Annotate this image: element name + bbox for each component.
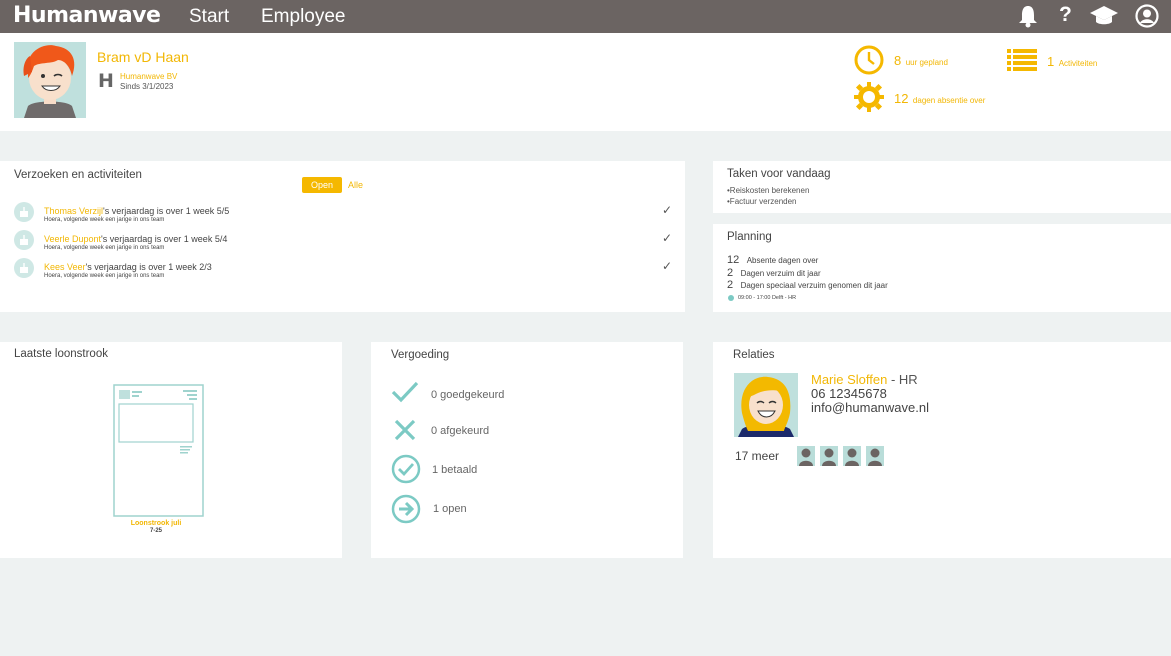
list-item: Veerle Dupont's verjaardag is over 1 wee… [44,234,227,244]
relations-panel: Relaties Marie Sloffen - HR 06 12345678 … [713,342,1171,558]
request-subtext: Hoera, volgende week een jarige in ons t… [44,217,165,223]
filter-open-button[interactable]: Open [302,177,342,193]
relations-title: Relaties [733,349,775,361]
paid-count[interactable]: 1 betaald [432,464,477,476]
requests-panel: Verzoeken en activiteiten Open Alle Thom… [0,161,685,312]
contact-avatar[interactable] [734,373,798,437]
activities-label: Activiteiten [1058,59,1098,68]
planning-panel: Planning 12 Absente dagen over 2 Dagen v… [713,224,1171,312]
request-text: 's verjaardag is over 1 week 2/3 [85,262,212,272]
company-logo: H [98,70,114,92]
request-subtext: Hoera, volgende week een jarige in ons t… [44,273,165,279]
gear-icon [854,82,884,112]
list-icon [1007,49,1037,71]
profile-avatar[interactable] [14,42,86,118]
check-circle-icon [391,454,421,484]
person-name-link[interactable]: Veerle Dupont [44,234,101,244]
person-name-link[interactable]: Kees Veer [44,262,86,272]
activities-value: 1 [1047,54,1055,69]
contact-heading: Marie Sloffen - HR [811,372,918,387]
approve-check-icon[interactable]: ✓ [662,259,672,273]
nav-start[interactable]: Start [189,6,229,28]
payslip-link[interactable]: Loonstrook juli [0,520,312,527]
profile-name[interactable]: Bram vD Haan [97,49,189,65]
person-placeholder-icon[interactable] [843,446,861,466]
reimbursement-title: Vergoeding [391,349,450,361]
top-bar: Humanwave Start Employee ? [0,0,1171,33]
schedule-dot-icon [728,295,734,301]
contact-role: - HR [887,372,918,387]
birthday-cake-icon [14,230,34,250]
nav-employee[interactable]: Employee [261,6,346,28]
clock-icon [854,45,884,75]
user-circle-icon[interactable] [1135,4,1159,28]
planning-row: 2 Dagen speciaal verzuim genomen dit jaa… [727,275,888,293]
person-placeholder-icon[interactable] [866,446,884,466]
approve-check-icon[interactable]: ✓ [662,231,672,245]
task-item[interactable]: •Factuur verzenden [727,197,797,206]
absence-days[interactable]: 12 dagen absentie over [894,90,985,108]
person-placeholder-icon[interactable] [820,446,838,466]
absence-value: 12 [894,91,909,106]
employed-since: Sinds 3/1/2023 [120,82,174,91]
more-relations-link[interactable]: 17 meer [735,449,779,463]
person-placeholder-icon[interactable] [797,446,815,466]
hours-label: uur gepland [905,58,948,67]
cross-icon [394,419,416,441]
planning-title: Planning [727,231,772,243]
profile-header: Bram vD Haan H Humanwave BV Sinds 3/1/20… [0,33,1171,131]
planning-value: 2 [727,279,734,291]
request-text: 's verjaardag is over 1 week 5/4 [101,234,228,244]
birthday-cake-icon [14,258,34,278]
tasks-title: Taken voor vandaag [727,168,831,180]
contact-name-link[interactable]: Marie Sloffen [811,372,887,387]
request-subtext: Hoera, volgende week een jarige in ons t… [44,245,165,251]
payslip-document-icon[interactable] [113,384,204,517]
open-count[interactable]: 1 open [433,503,467,515]
approved-count[interactable]: 0 goedgekeurd [431,389,504,401]
planning-label: Dagen speciaal verzuim genomen dit jaar [740,281,888,290]
hours-value: 8 [894,53,902,68]
activities-count[interactable]: 1 Activiteiten [1047,53,1097,71]
help-icon[interactable]: ? [1059,3,1072,27]
contact-email[interactable]: info@humanwave.nl [811,400,929,415]
rejected-count[interactable]: 0 afgekeurd [431,425,489,437]
list-item: Thomas Verzijl's verjaardag is over 1 we… [44,206,229,216]
company-name[interactable]: Humanwave BV [120,72,177,81]
tasks-panel: Taken voor vandaag •Reiskosten berekenen… [713,161,1171,213]
list-item: Kees Veer's verjaardag is over 1 week 2/… [44,262,212,272]
filter-all-link[interactable]: Alle [348,180,363,190]
person-name-link[interactable]: Thomas Verzijl [44,206,103,216]
task-item[interactable]: •Reiskosten berekenen [727,186,809,195]
bell-icon[interactable] [1017,4,1039,28]
arrow-circle-icon [391,494,421,524]
contact-phone[interactable]: 06 12345678 [811,386,887,401]
payslip-panel: Laatste loonstrook Loonstrook juli 7-25 [0,342,342,558]
payslip-date: 7-25 [149,528,162,534]
approve-check-icon[interactable]: ✓ [662,203,672,217]
app-logo[interactable]: Humanwave [13,3,161,28]
absence-label: dagen absentie over [912,96,986,105]
hours-planned[interactable]: 8 uur gepland [894,52,948,70]
birthday-cake-icon [14,202,34,222]
check-icon [391,381,419,403]
payslip-title: Laatste loonstrook [14,348,108,360]
schedule-text[interactable]: 09:00 - 17:00 Delft - HR [738,295,796,301]
requests-title: Verzoeken en activiteiten [14,169,142,181]
reimbursement-panel: Vergoeding 0 goedgekeurd 0 afgekeurd 1 b… [371,342,683,558]
request-text: 's verjaardag is over 1 week 5/5 [103,206,230,216]
graduation-cap-icon[interactable] [1089,5,1119,27]
